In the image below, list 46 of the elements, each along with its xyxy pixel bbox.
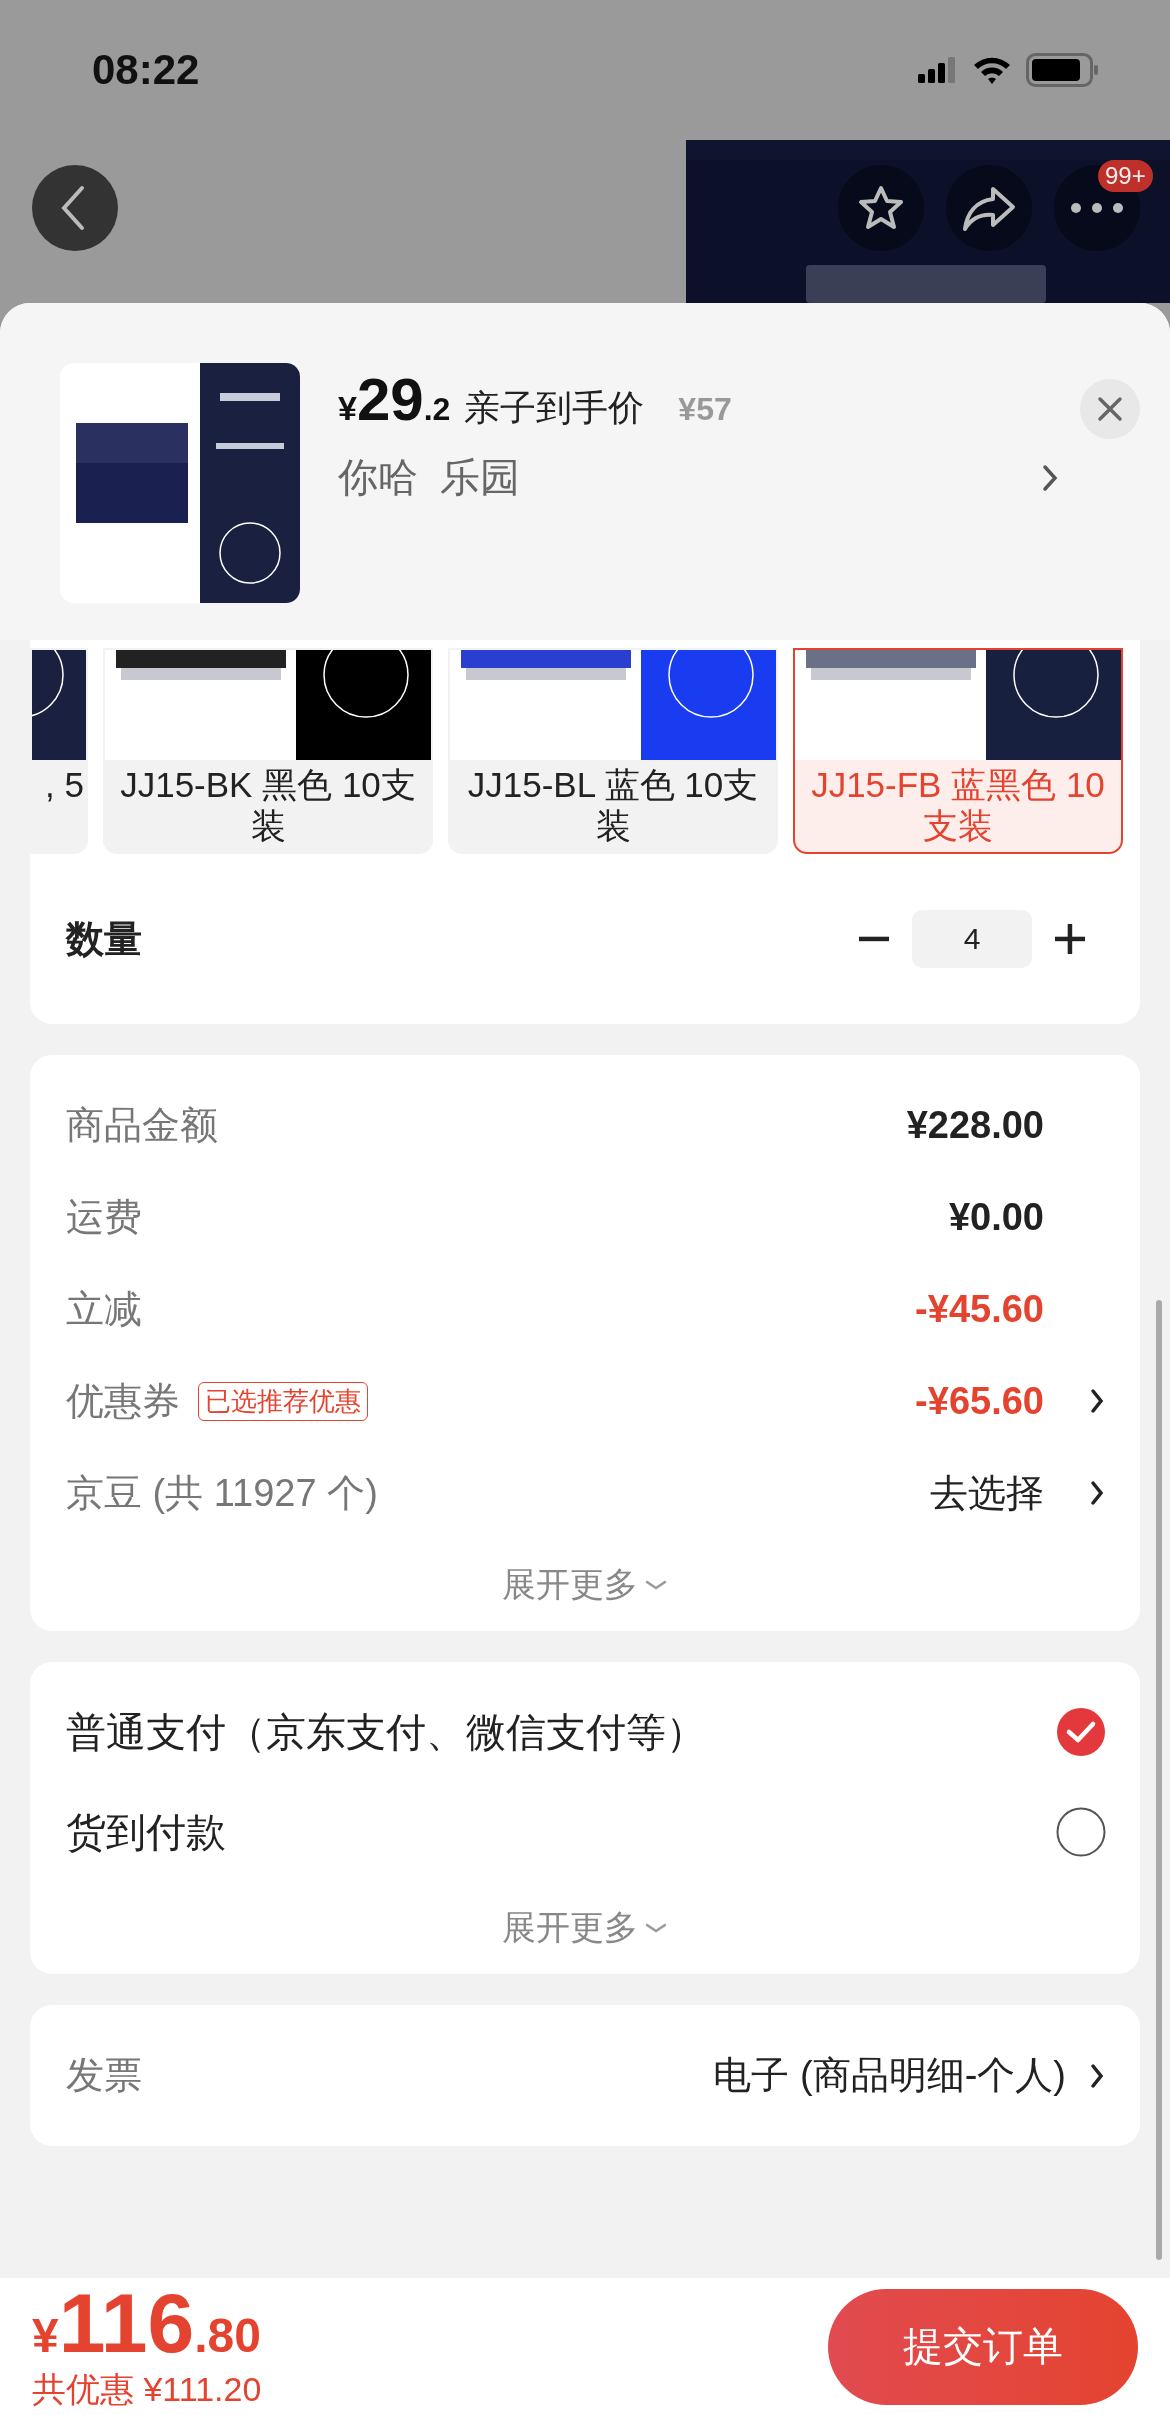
submit-order-button[interactable]: 提交订单 xyxy=(828,2288,1138,2405)
wifi-icon xyxy=(972,55,1012,85)
variant-option[interactable]: , 5 xyxy=(30,648,88,854)
variant-option[interactable]: JJ15-BK 黑色 10支装 xyxy=(103,648,433,854)
caret-icon[interactable] xyxy=(644,1922,668,1934)
payment-option[interactable]: 货到付款 xyxy=(66,1804,226,1860)
chevron-icon[interactable] xyxy=(1090,2062,1104,2089)
chevron-icon[interactable] xyxy=(1042,463,1058,492)
chevron-icon[interactable] xyxy=(1090,1480,1104,1506)
summary-label: 立减 xyxy=(66,1286,142,1332)
summary-label: 商品金额 xyxy=(66,1102,218,1148)
summary-label: 运费 xyxy=(66,1194,142,1240)
quantity-label: 数量 xyxy=(66,916,142,962)
summary-value: -¥65.60 xyxy=(915,1379,1044,1423)
battery-icon xyxy=(1026,53,1100,87)
coupon-tag: 已选推荐优惠 xyxy=(198,1381,368,1421)
minus-icon[interactable] xyxy=(859,936,889,942)
checked-radio[interactable] xyxy=(1056,1707,1106,1757)
plus-icon[interactable] xyxy=(1055,924,1085,954)
summary-label: 优惠券 xyxy=(66,1378,180,1424)
signal-icon xyxy=(918,57,958,83)
total-price: ¥116.80 xyxy=(32,2280,262,2365)
price-label: 亲子到手价 xyxy=(464,386,645,430)
status-time: 08:22 xyxy=(92,46,200,94)
summary-value: ¥0.00 xyxy=(948,1195,1044,1239)
chevron-icon[interactable] xyxy=(1090,1388,1104,1414)
expand-more-button[interactable]: 展开更多 xyxy=(496,1539,674,1631)
invoice-label: 发票 xyxy=(66,2053,142,2098)
close-icon[interactable] xyxy=(1097,396,1123,422)
quantity-field[interactable]: 4 xyxy=(912,910,1032,968)
expand-more-button[interactable]: 展开更多 xyxy=(496,1882,674,1974)
select-link[interactable]: 去选择 xyxy=(930,1467,1044,1519)
summary-value: ¥228.00 xyxy=(906,1103,1044,1147)
caret-icon[interactable] xyxy=(644,1579,668,1591)
invoice-value[interactable]: 电子 (商品明细-个人) xyxy=(713,2050,1066,2101)
summary-label: 京豆 (共 11927 个) xyxy=(66,1470,378,1516)
summary-value: -¥45.60 xyxy=(915,1287,1044,1331)
product-price: ¥29.2 xyxy=(338,365,451,434)
original-price: ¥57 xyxy=(678,391,732,428)
variant-option[interactable]: JJ15-FB 蓝黑色 10支装 xyxy=(793,648,1123,854)
radio-button[interactable] xyxy=(1056,1807,1106,1857)
notification-badge: 99+ xyxy=(1098,160,1153,192)
product-name: 你哈 乐园 xyxy=(338,454,521,501)
payment-option[interactable]: 普通支付（京东支付、微信支付等） xyxy=(66,1704,706,1760)
savings-text: 共优惠 ¥111.20 xyxy=(32,2368,262,2410)
variant-option[interactable]: JJ15-BL 蓝色 10支装 xyxy=(448,648,778,854)
